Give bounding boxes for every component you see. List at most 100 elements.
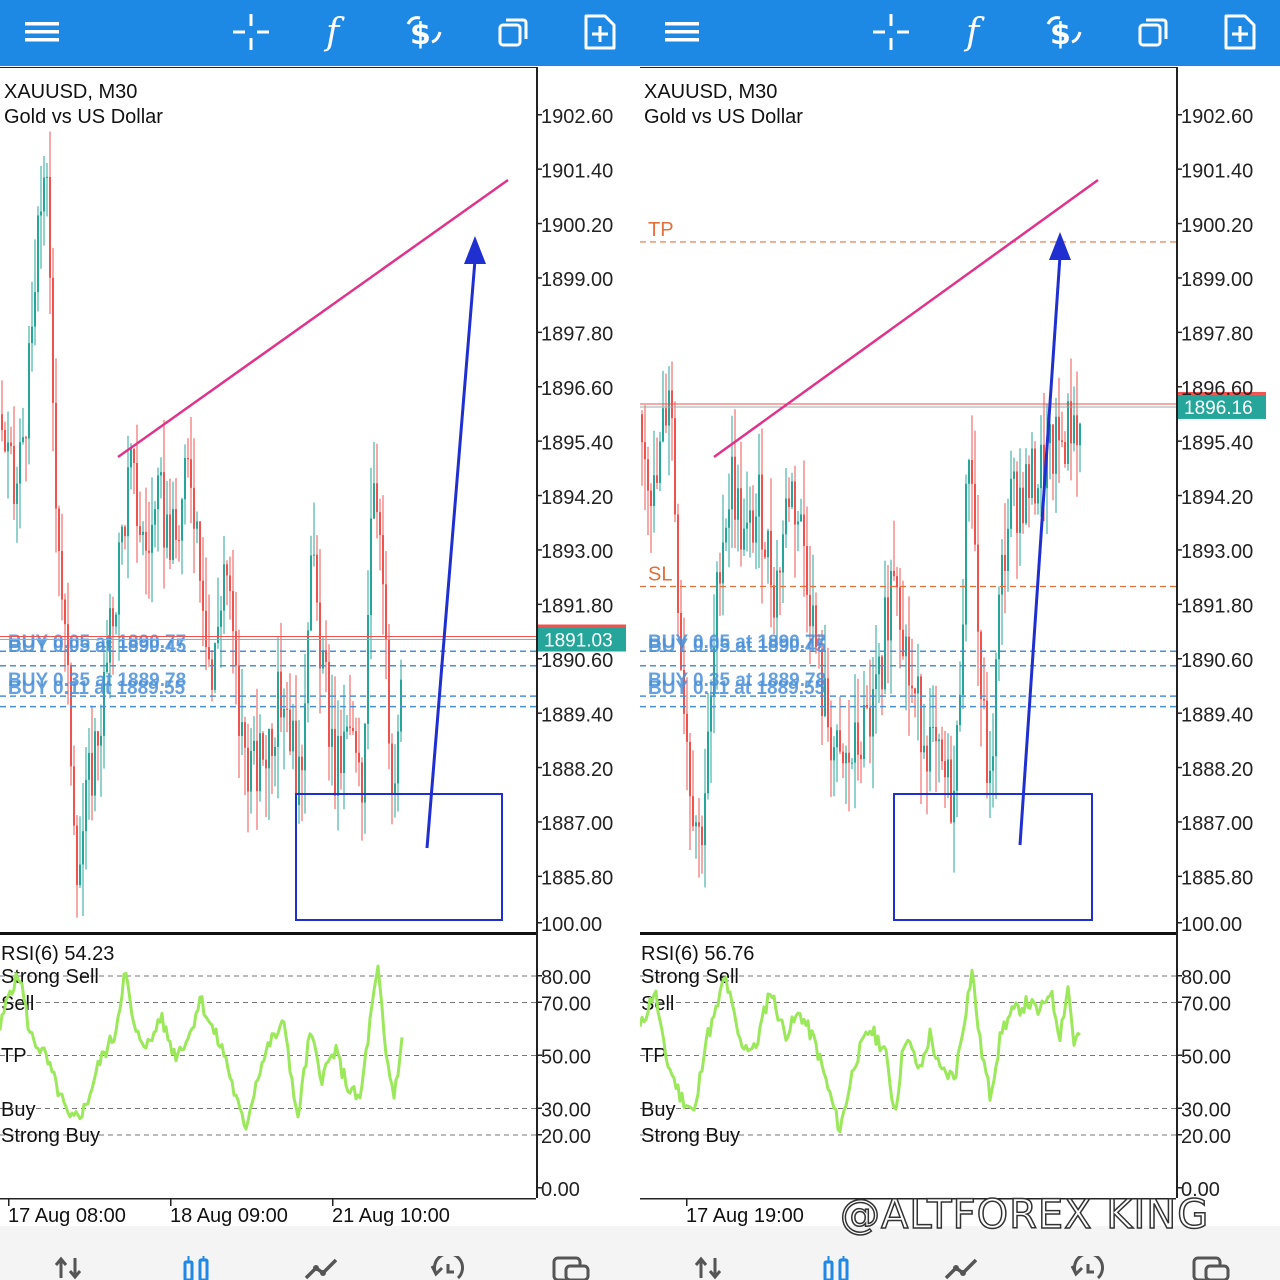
candle-body [1004,554,1006,571]
candle-body [809,594,811,627]
candle-body [121,526,123,543]
symbol-description: Gold vs US Dollar [644,106,803,128]
candle-body [88,752,90,780]
candle-body [61,550,63,600]
current-price-label: 1891.03 [544,631,613,652]
candle-body [662,408,664,442]
messages-icon[interactable] [550,1256,594,1280]
candle-body [950,759,952,823]
candle-body [866,704,868,708]
candle-body [262,733,264,760]
candle-body [19,442,21,484]
candle-body [112,608,114,627]
crosshair-icon[interactable] [865,6,917,58]
candle-body [845,752,847,764]
overlays: BUY 0.05 at 1890.77BUY 0.05 at 1890.45BU… [640,81,1266,921]
candle-body [142,531,144,535]
candle-body [238,665,240,736]
rsi-scale-label: 50.00 [1181,1047,1231,1069]
candle-body [911,685,913,689]
candle-body [364,723,366,803]
price-label: 1899.00 [541,269,613,291]
candle-body [737,488,739,520]
candle-body [986,700,988,783]
candle-body [334,728,336,796]
candle-body [94,731,96,796]
rsi-level-label: Buy [641,1099,675,1121]
windows-icon[interactable] [1127,6,1179,58]
candle-body [313,554,315,556]
candle-body [178,539,180,541]
history-icon[interactable] [1064,1256,1108,1280]
up-arrow-shaft [425,259,477,849]
candle-body [839,730,841,752]
price-chart[interactable]: BUY 0.05 at 1890.77BUY 0.05 at 1890.45BU… [640,66,1280,1226]
messages-icon[interactable] [1190,1256,1234,1280]
time-label: 18 Aug 09:00 [170,1205,288,1226]
candle-body [4,430,6,452]
price-label: 1887.00 [1181,813,1253,835]
new-order-icon[interactable] [1214,6,1266,58]
price-axis-line [536,67,538,1198]
menu-icon[interactable] [16,6,68,58]
trade-icon[interactable]: $ [398,6,450,58]
chart-icon[interactable] [174,1256,218,1280]
rsi-scale-label: 100.00 [541,914,602,936]
candle-body [217,626,219,644]
candle-body [938,739,940,742]
candle-body [881,656,883,690]
chart-top-border [0,67,536,68]
price-label: 1896.60 [1181,378,1253,400]
toolbar: f $ [0,0,640,66]
candle-body [803,514,805,547]
price-label: 1894.20 [1181,487,1253,509]
crosshair-icon[interactable] [225,6,277,58]
indicators-icon[interactable]: f [312,6,364,58]
candle-body [1022,487,1024,524]
rsi-title: RSI(6) 54.23 [1,943,114,965]
candle-body [49,176,51,278]
candle-body [1076,415,1078,446]
rsi-scale-label: 30.00 [541,1100,591,1122]
candle-body [677,514,679,613]
candle-body [722,542,724,584]
pane-separator [640,932,1176,935]
candle-body [310,555,312,631]
price-label: 1894.20 [541,487,613,509]
trade-icon[interactable] [940,1256,984,1280]
chart-icon[interactable] [814,1256,858,1280]
symbol-label: XAUUSD, M30 [644,81,777,103]
menu-icon[interactable] [656,6,708,58]
candle-body [346,726,348,732]
rsi-line [0,964,404,1131]
candle-body [349,726,351,728]
candle-body [755,516,757,543]
rsi-line [640,968,1081,1134]
candle-body [740,488,742,550]
history-icon[interactable] [424,1256,468,1280]
candle-body [650,490,652,507]
windows-icon[interactable] [487,6,539,58]
candle-body [331,728,333,747]
trade-icon[interactable]: $ [1038,6,1090,58]
candle-body [971,460,973,484]
candle-body [656,475,658,483]
indicators-icon[interactable]: f [952,6,1004,58]
candle-body [965,483,967,625]
trade-icon[interactable] [300,1256,344,1280]
rsi-scale-label: 20.00 [541,1126,591,1148]
highlight-box [893,793,1093,921]
candle-body [151,524,153,553]
new-order-icon[interactable] [574,6,626,58]
price-axis-line [1176,67,1178,1198]
quotes-icon[interactable] [686,1256,730,1280]
candle-body [974,483,976,545]
candle-body [863,704,865,759]
price-label: 1889.40 [1181,704,1253,726]
candle-body [154,509,156,525]
candle-body [289,709,291,752]
price-chart[interactable]: BUY 0.05 at 1890.77BUY 0.05 at 1890.45BU… [0,66,640,1226]
candle-body [983,699,985,701]
candle-body [752,510,754,543]
quotes-icon[interactable] [46,1256,90,1280]
